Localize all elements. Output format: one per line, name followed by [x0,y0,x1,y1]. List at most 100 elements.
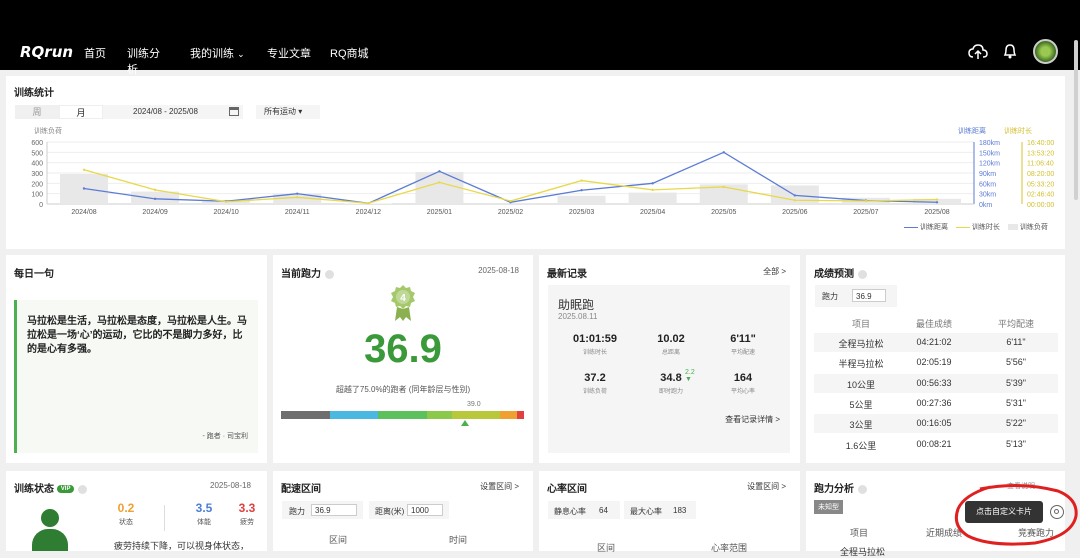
cloud-upload-icon[interactable] [968,43,988,61]
x-tick-label: 2024/09 [142,209,167,216]
x-tick-label: 2024/10 [214,209,239,216]
distance-line-point [153,197,157,201]
stat-value: 37.2 [584,372,606,384]
logo[interactable]: RQrun [20,43,73,61]
table-cell: 00:56:33 [916,377,952,388]
latest-record-card: 最新记录 全部 > 助眠跑 2025.08.11 01:01:59 训练时长 10.… [539,255,800,463]
nav-articles[interactable]: 专业文章 [267,45,311,61]
status-text: 疲劳持续下降，可以视身体状态， [114,541,250,551]
x-tick-label: 2025/02 [498,209,523,216]
status-stat-value: 3.5 [195,501,213,515]
x-tick-label: 2025/06 [782,209,807,216]
top-black-bar [0,0,1080,34]
table-header: 平均配速 [997,319,1034,329]
distance-line-point [580,189,583,192]
table-row: 10公里 00:56:33 5'39" [814,373,1058,393]
nav-home[interactable]: 首页 [84,45,106,61]
table-cell: 5'39" [1006,377,1026,388]
y-tick-label: 0 [39,202,43,209]
hr-setting-link[interactable]: 设置区间 > [747,481,786,492]
table-cell: 5'13" [1006,438,1026,449]
view-all-link[interactable]: 全部 > [763,266,786,277]
red-annotation-circle [954,483,1078,546]
avatar[interactable] [1033,39,1058,64]
legend-load[interactable]: 训练负荷 [1007,222,1048,232]
y3-tick-label: 16:40:00 [1027,140,1054,147]
divider [164,505,165,531]
top-nav: RQrun 首页 训练分析 我的训练 ⌄ 专业文章 RQ商城 [0,34,1080,88]
info-icon[interactable] [325,269,334,279]
distance-field: 距离(米) 1000 [369,501,449,519]
table-row: 5公里 00:27:36 5'31" [814,394,1058,413]
y-tick-label: 100 [31,192,43,199]
y-tick-label: 300 [31,171,43,178]
power-level-bar [281,411,524,419]
y-tick-label: 600 [31,140,43,147]
power-description: 超越了75.0%的跑者 (同年龄层与性别) [335,385,471,394]
table-row: 1.6公里 00:08:21 5'13" [814,435,1058,454]
trend-value: 2.2 [685,369,695,376]
y2-tick-label: 90km [979,171,996,178]
duration-line-point [367,202,370,205]
info-icon[interactable] [858,484,867,494]
power-date: 2025-08-18 [478,266,519,275]
scrollbar[interactable] [1074,40,1078,200]
record-box[interactable]: 助眠跑 2025.08.11 01:01:59 训练时长 10.02 总距离 6'11"… [548,285,790,453]
status-stat-label: 疲劳 [240,519,254,526]
card-title: 训练状态 VIP [14,480,88,495]
table-cell: 1.6公里 [845,440,877,451]
duration-line-point [935,198,939,201]
level-badge-icon: 4 [391,285,415,321]
x-tick-label: 2024/08 [71,209,96,216]
stat-value: 6'11" [730,333,756,345]
table-cell: 04:21:02 [916,337,952,347]
record-stat: 10.02 总距离 [636,333,706,356]
pace-zone-card: 配速区间 设置区间 > 跑力 36.9 距离(米) 1000 区间 时间 [273,471,533,551]
info-icon[interactable] [858,269,867,279]
pace-setting-link[interactable]: 设置区间 > [480,481,519,492]
y3-tick-label: 13:53:20 [1027,150,1054,157]
card-title: 心率区间 [547,484,587,495]
nav-my-training[interactable]: 我的训练 ⌄ [190,45,245,61]
duration-line-point [580,179,583,182]
duration-line-point [224,200,228,203]
record-stat: 6'11" 平均配速 [708,333,778,356]
rest-hr-value[interactable]: 64 [599,506,608,515]
y2-tick-label: 120km [979,161,1000,168]
stat-value: 34.8 [660,372,682,384]
info-icon[interactable] [78,484,88,494]
chevron-down-icon: ⌄ [237,49,245,59]
record-detail-link[interactable]: 查看记录详情 > [725,414,780,425]
table-cell: 02:05:19 [916,357,952,368]
bell-icon[interactable] [1003,43,1017,59]
stat-label: 平均心率 [730,389,755,395]
x-tick-label: 2025/04 [640,209,665,216]
legend-duration[interactable]: 训练时长 [955,222,1000,232]
quote-text: 马拉松是生活，马拉松是态度，马拉松是人生。马拉松是一场‘心’的运动，它比的不是脚… [27,316,247,355]
legend-distance[interactable]: 训练距离 [904,222,948,232]
y2-tick-label: 150km [979,150,1000,157]
status-stat: 3.5 体能 [194,501,214,527]
hr-col-range: 心率范围 [711,543,748,553]
training-stats-card: 训练统计 周 月 2024/08 - 2025/08 所有运动 ▾ 训练负荷 训… [6,76,1065,249]
y2-tick-label: 30km [979,192,996,199]
y-tick-label: 500 [31,150,43,157]
hr-col-zone: 区间 [597,543,616,553]
pace-power-input[interactable]: 36.9 [311,504,357,516]
x-tick-label: 2025/08 [924,209,949,216]
stat-label: 总距离 [661,350,680,356]
quote-author: - 跑者 · 司宝利 [202,433,249,440]
distance-line-point [438,170,441,173]
legend-distance-label: 训练距离 [919,224,948,231]
card-title: 当前跑力 [281,265,334,280]
nav-store[interactable]: RQ商城 [330,45,369,61]
y3-tick-label: 08:20:00 [1027,171,1054,178]
prediction-card: 成绩预测 跑力 36.9 项目 最佳成绩 平均配速 全程马拉松 04:21:02 6'11… [806,255,1065,463]
duration-line-point [438,181,441,184]
y-tick-label: 400 [31,161,43,168]
distance-input[interactable]: 1000 [407,504,443,516]
max-hr-value[interactable]: 183 [673,506,686,515]
distance-line-point [296,192,299,195]
x-tick-label: 2025/05 [711,209,736,216]
predict-power-input[interactable]: 36.9 [852,289,886,302]
